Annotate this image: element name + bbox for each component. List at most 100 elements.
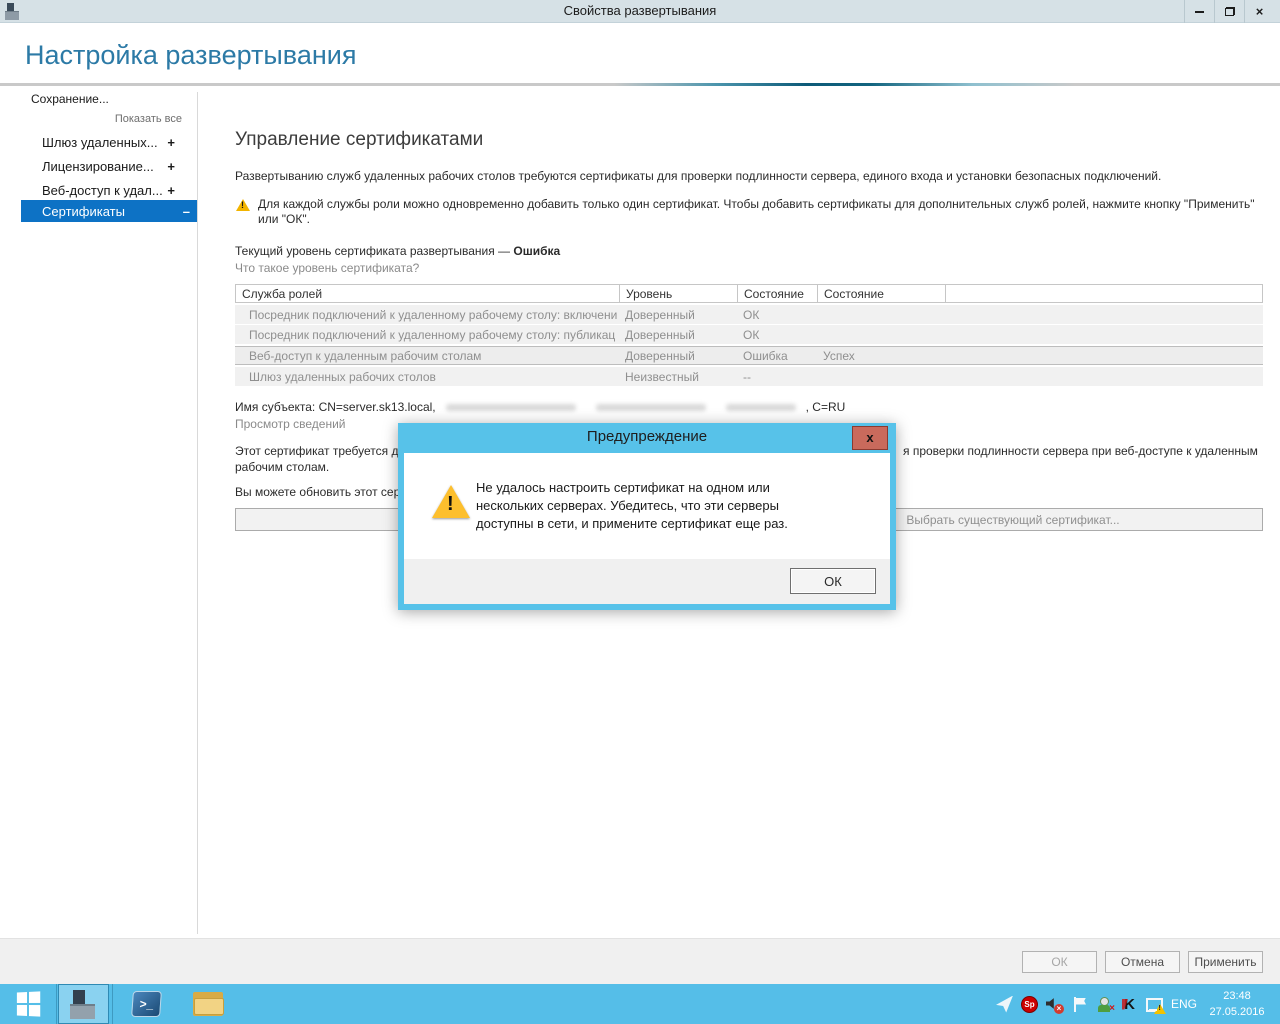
- powershell-icon: >_: [131, 991, 162, 1017]
- system-tray: Sp × K: [996, 984, 1163, 1024]
- sidebar-item-label: Шлюз удаленных...: [21, 135, 158, 150]
- warning-dialog: Предупреждение x Не удалось настроить се…: [398, 423, 896, 610]
- collapse-icon[interactable]: –: [183, 204, 197, 219]
- column-header-service[interactable]: Служба ролей: [236, 285, 619, 302]
- dialog-ok-button[interactable]: ОК: [790, 568, 876, 594]
- cell-level: Доверенный: [618, 347, 736, 364]
- cell-level: Неизвестный: [618, 367, 736, 386]
- column-header-level[interactable]: Уровень: [619, 285, 737, 302]
- sp-badge-tray-icon[interactable]: Sp: [1021, 996, 1038, 1013]
- taskbar-clock[interactable]: 23:48 27.05.2016: [1202, 988, 1272, 1020]
- sidebar-item-label: Сертификаты: [21, 204, 125, 219]
- apply-button[interactable]: Применить: [1188, 951, 1263, 973]
- close-icon: ×: [1256, 4, 1264, 19]
- table-row[interactable]: Посредник подключений к удаленному рабоч…: [235, 325, 1263, 344]
- clock-date: 27.05.2016: [1202, 1004, 1272, 1020]
- notice-text: Для каждой службы роли можно одновременн…: [258, 197, 1258, 227]
- cancel-label: Отмена: [1121, 955, 1164, 969]
- dialog-ok-label: ОК: [824, 574, 842, 589]
- muted-speaker-icon[interactable]: [1046, 996, 1063, 1013]
- certificate-level-line: Текущий уровень сертификата развертывани…: [235, 244, 560, 258]
- dialog-close-button[interactable]: x: [852, 426, 888, 450]
- cell-empty: [944, 325, 1263, 344]
- cell-service: Посредник подключений к удаленному рабоч…: [235, 305, 618, 324]
- sidebar-item-licensing[interactable]: Лицензирование... +: [21, 155, 182, 177]
- redacted-segment: [596, 404, 706, 411]
- column-header-empty: [945, 285, 1262, 302]
- table-header-row: Служба ролей Уровень Состояние Состояние: [235, 284, 1263, 303]
- dialog-message: Не удалось настроить сертификат на одном…: [476, 479, 838, 533]
- cell-empty: [944, 367, 1263, 386]
- certificate-level-label: Текущий уровень сертификата развертывани…: [235, 244, 513, 258]
- screen: Свойства развертывания × Настройка разве…: [0, 0, 1280, 1024]
- network-warning-icon[interactable]: [1146, 996, 1163, 1013]
- cell-level: Доверенный: [618, 305, 736, 324]
- taskbar-separator: [112, 984, 113, 1024]
- cell-empty: [944, 305, 1263, 324]
- table-row[interactable]: Посредник подключений к удаленному рабоч…: [235, 305, 1263, 324]
- kaspersky-tray-icon[interactable]: K: [1121, 996, 1138, 1013]
- sidebar-item-webaccess[interactable]: Веб-доступ к удал... +: [21, 179, 182, 201]
- select-existing-label: Выбрать существующий сертификат...: [906, 513, 1119, 527]
- cell-empty: [944, 347, 1263, 364]
- apply-label: Применить: [1194, 955, 1256, 969]
- ok-button[interactable]: ОК: [1022, 951, 1097, 973]
- cert-required-text-right: я проверки подлинности сервера при веб-д…: [903, 444, 1258, 458]
- clock-time: 23:48: [1202, 988, 1272, 1004]
- column-header-state2[interactable]: Состояние: [817, 285, 945, 302]
- sidebar-divider: [197, 92, 198, 934]
- sidebar-item-gateway[interactable]: Шлюз удаленных... +: [21, 131, 182, 153]
- agent-app-tray-icon[interactable]: ×: [1096, 996, 1113, 1013]
- warning-icon: [236, 199, 250, 211]
- update-cert-text: Вы можете обновить этот сер: [235, 485, 400, 499]
- subject-name-line: Имя субъекта: CN=server.sk13.local, , C=…: [235, 400, 845, 414]
- cert-required-text-left: Этот сертификат требуется дл: [235, 444, 406, 458]
- expand-icon[interactable]: +: [167, 159, 182, 174]
- restore-button[interactable]: [1214, 0, 1244, 23]
- cell-service: Шлюз удаленных рабочих столов: [235, 367, 618, 386]
- expand-icon[interactable]: +: [167, 135, 182, 150]
- close-button[interactable]: ×: [1244, 0, 1274, 23]
- cell-service: Посредник подключений к удаленному рабоч…: [235, 325, 618, 344]
- cancel-button[interactable]: Отмена: [1105, 951, 1180, 973]
- taskbar-server-manager-button[interactable]: [58, 984, 109, 1024]
- table-row[interactable]: Шлюз удаленных рабочих столов Неизвестны…: [235, 367, 1263, 386]
- table-row-selected[interactable]: Веб-доступ к удаленным рабочим столам До…: [235, 346, 1263, 365]
- ok-label: ОК: [1051, 955, 1067, 969]
- saving-status: Сохранение...: [31, 92, 109, 106]
- taskbar-separator: [56, 984, 57, 1024]
- dialog-close-icon: x: [866, 430, 873, 445]
- certificate-level-value: Ошибка: [513, 244, 560, 258]
- language-indicator[interactable]: ENG: [1166, 984, 1202, 1024]
- taskbar-explorer-button[interactable]: [184, 984, 232, 1024]
- minimize-icon: [1195, 11, 1204, 13]
- column-header-state1[interactable]: Состояние: [737, 285, 817, 302]
- subject-suffix: , C=RU: [806, 400, 846, 414]
- taskbar: >_ Sp × K ENG 23:48 27.05.2016: [0, 984, 1280, 1024]
- cell-state1: --: [736, 367, 816, 386]
- dialog-footer: ОК: [404, 559, 890, 604]
- show-all-link[interactable]: Показать все: [114, 113, 182, 125]
- subject-prefix: Имя субъекта: CN=server.sk13.local,: [235, 400, 436, 414]
- redacted-segment: [726, 404, 796, 411]
- dialog-title: Предупреждение: [398, 423, 896, 453]
- start-button[interactable]: [0, 984, 56, 1024]
- cell-state2: [816, 325, 944, 344]
- page-title: Настройка развертывания: [25, 40, 356, 71]
- taskbar-powershell-button[interactable]: >_: [122, 984, 170, 1024]
- window-titlebar: Свойства развертывания ×: [0, 0, 1280, 23]
- expand-icon[interactable]: +: [167, 183, 182, 198]
- minimize-button[interactable]: [1184, 0, 1214, 23]
- action-center-flag-icon[interactable]: [1071, 996, 1088, 1013]
- cell-state1: ОК: [736, 305, 816, 324]
- view-details-link[interactable]: Просмотр сведений: [235, 417, 346, 431]
- redacted-segment: [446, 404, 576, 411]
- sidebar-item-certificates[interactable]: Сертификаты –: [21, 200, 197, 222]
- cell-state1: Ошибка: [736, 347, 816, 364]
- cell-state2: [816, 305, 944, 324]
- section-heading: Управление сертификатами: [235, 129, 483, 151]
- cert-required-text-line2: рабочим столам.: [235, 460, 329, 474]
- paper-plane-tray-icon[interactable]: [996, 996, 1013, 1013]
- level-help-link[interactable]: Что такое уровень сертификата?: [235, 261, 419, 275]
- cell-state2: [816, 367, 944, 386]
